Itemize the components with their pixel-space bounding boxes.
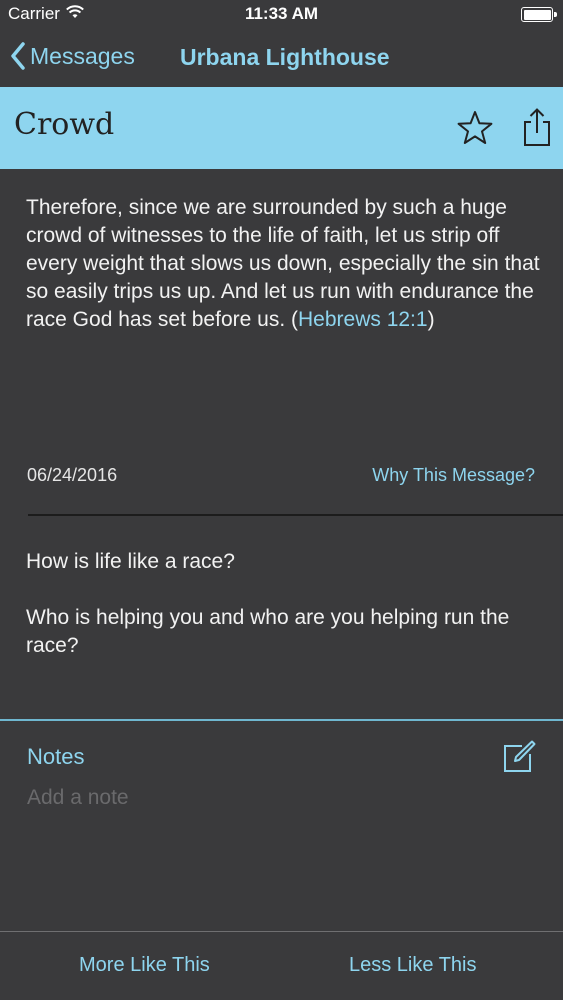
section-divider (28, 514, 563, 516)
reflection-question: Who is helping you and who are you helpi… (26, 606, 510, 657)
back-button[interactable]: Messages (10, 42, 135, 70)
favorite-button[interactable] (456, 109, 494, 147)
verse-passage: Therefore, since we are surrounded by su… (26, 194, 546, 334)
share-button[interactable] (520, 107, 554, 149)
verse-reference-link[interactable]: Hebrews 12:1 (298, 308, 428, 331)
compose-icon (504, 740, 536, 772)
nav-bar: Messages Urbana Lighthouse (0, 30, 563, 87)
message-title: Crowd (14, 107, 115, 142)
message-date: 06/24/2016 (27, 465, 118, 485)
why-this-message-link[interactable]: Why This Message? (372, 465, 535, 486)
notes-heading: Notes (27, 744, 85, 769)
less-like-this-button[interactable]: Less Like This (349, 954, 476, 977)
chevron-left-icon (11, 42, 25, 70)
verse-text: Therefore, since we are surrounded by su… (26, 196, 540, 331)
reflection-question: How is life like a race? (26, 550, 235, 573)
notes-divider (0, 719, 563, 721)
edit-note-button[interactable] (502, 740, 536, 774)
verse-paren-open: ( (291, 308, 298, 331)
status-bar: Carrier 11:33 AM (0, 0, 563, 30)
message-title-bar: Crowd (0, 87, 563, 169)
add-note-input[interactable] (27, 782, 487, 814)
bottom-toolbar: More Like This Less Like This (0, 931, 563, 1000)
more-like-this-button[interactable]: More Like This (79, 954, 210, 977)
verse-paren-close: ) (427, 308, 435, 331)
back-label: Messages (30, 42, 135, 69)
status-time: 11:33 AM (244, 4, 319, 23)
star-icon (457, 111, 493, 144)
battery-icon (521, 7, 557, 22)
nav-title: Urbana Lighthouse (180, 44, 390, 70)
share-icon (524, 108, 550, 146)
